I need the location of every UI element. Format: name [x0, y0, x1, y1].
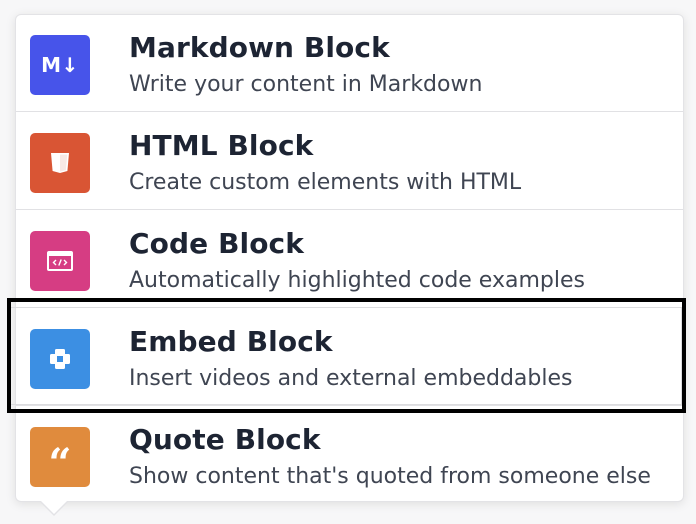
code-window-icon — [30, 231, 90, 291]
menu-item-embed-block[interactable]: Embed Block Insert videos and external e… — [16, 309, 683, 406]
menu-item-description: Show content that's quoted from someone … — [129, 464, 651, 489]
menu-item-description: Insert videos and external embeddables — [129, 366, 573, 391]
markdown-icon: M↓ — [30, 35, 90, 95]
quote-icon: “ — [30, 427, 90, 487]
menu-item-markdown-block[interactable]: M↓ Markdown Block Write your content in … — [16, 15, 683, 112]
embed-icon — [30, 329, 90, 389]
menu-item-title: Quote Block — [129, 423, 321, 456]
html5-shield-shape — [51, 153, 69, 173]
menu-item-quote-block[interactable]: “ Quote Block Show content that's quoted… — [16, 407, 683, 504]
menu-item-html-block[interactable]: HTML Block Create custom elements with H… — [16, 113, 683, 210]
quote-icon-glyph: “ — [48, 440, 72, 487]
menu-item-description: Write your content in Markdown — [129, 72, 483, 97]
menu-item-code-block[interactable]: Code Block Automatically highlighted cod… — [16, 211, 683, 308]
menu-item-description: Automatically highlighted code examples — [129, 268, 585, 293]
menu-item-title: Embed Block — [129, 325, 333, 358]
menu-item-title: Markdown Block — [129, 31, 390, 64]
embed-shape — [50, 349, 70, 369]
menu-item-description: Create custom elements with HTML — [129, 170, 522, 195]
block-type-menu: M↓ Markdown Block Write your content in … — [15, 14, 684, 502]
html5-icon — [30, 133, 90, 193]
markdown-icon-glyph: M↓ — [41, 53, 79, 77]
menu-pointer-arrow — [41, 501, 67, 514]
menu-item-title: Code Block — [129, 227, 304, 260]
menu-item-title: HTML Block — [129, 129, 314, 162]
code-window-shape — [47, 251, 73, 271]
